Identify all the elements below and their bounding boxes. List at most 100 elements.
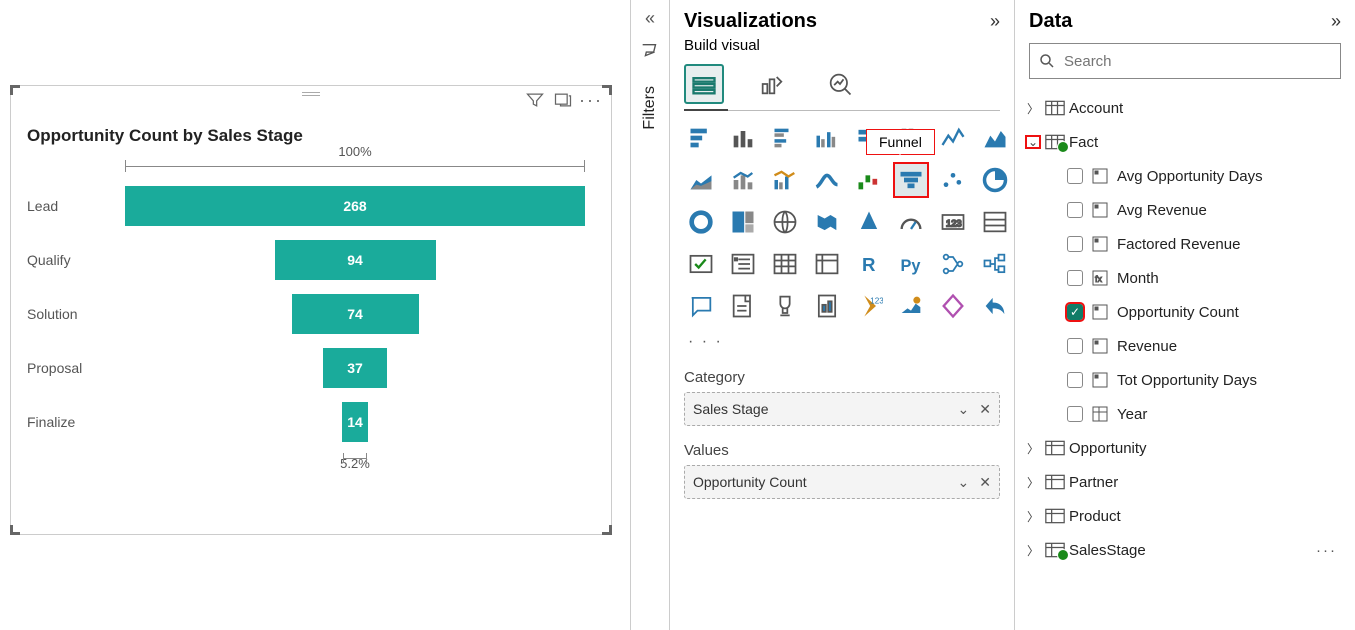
matrix-icon[interactable]: [810, 247, 844, 281]
line-clustered-column-icon[interactable]: [768, 163, 802, 197]
arcgis-icon[interactable]: [894, 289, 928, 323]
build-visual-tab[interactable]: [684, 64, 724, 104]
values-remove-icon[interactable]: ✕: [979, 474, 991, 491]
azure-map-icon[interactable]: [852, 205, 886, 239]
svg-text:123: 123: [870, 297, 883, 306]
viz-subtitle: Build visual: [670, 35, 1014, 60]
bar-label-0: Lead: [27, 198, 125, 214]
stacked-bar-icon[interactable]: [684, 121, 718, 155]
resize-handle-br[interactable]: [600, 523, 612, 535]
kpi-icon[interactable]: [684, 247, 718, 281]
values-well[interactable]: Opportunity Count ⌄✕: [684, 465, 1000, 499]
checkbox[interactable]: [1067, 270, 1083, 286]
field-year[interactable]: Year: [1025, 397, 1345, 431]
goals-icon[interactable]: [768, 289, 802, 323]
category-well[interactable]: Sales Stage ⌄ ✕: [684, 392, 1000, 426]
smart-narrative-icon[interactable]: [726, 289, 760, 323]
slicer-icon[interactable]: [726, 247, 760, 281]
area-chart-icon[interactable]: [978, 121, 1012, 155]
funnel-visual-frame[interactable]: ··· Opportunity Count by Sales Stage 100…: [10, 85, 612, 535]
viz-more-icon[interactable]: · · ·: [670, 331, 1014, 361]
bar-3[interactable]: 37: [323, 348, 387, 388]
table-partner[interactable]: 〉Partner: [1025, 465, 1345, 499]
line-stacked-column-icon[interactable]: [726, 163, 760, 197]
stacked-column-icon[interactable]: [726, 121, 760, 155]
values-label: Values: [684, 442, 1000, 459]
ribbon-chart-icon[interactable]: [810, 163, 844, 197]
expand-filters-icon[interactable]: «: [645, 8, 655, 29]
field-avg-revenue[interactable]: Avg Revenue: [1025, 193, 1345, 227]
collapse-viz-icon[interactable]: »: [990, 11, 1000, 32]
checkbox[interactable]: [1067, 236, 1083, 252]
report-canvas[interactable]: ··· Opportunity Count by Sales Stage 100…: [0, 0, 630, 630]
field-factored-revenue[interactable]: Factored Revenue: [1025, 227, 1345, 261]
focus-mode-icon[interactable]: [553, 90, 573, 110]
bar-0[interactable]: 268: [125, 186, 585, 226]
checkbox[interactable]: [1067, 202, 1083, 218]
paginated-report-icon[interactable]: [810, 289, 844, 323]
filter-icon[interactable]: [525, 90, 545, 110]
funnel-chart-icon[interactable]: Funnel: [894, 163, 928, 197]
salesstage-more-icon[interactable]: ···: [1316, 542, 1345, 559]
clustered-column-icon[interactable]: [810, 121, 844, 155]
values-chevron-icon[interactable]: ⌄: [958, 474, 970, 491]
table-product[interactable]: 〉Product: [1025, 499, 1345, 533]
qna-icon[interactable]: [684, 289, 718, 323]
table-fact[interactable]: ⌄Fact: [1025, 125, 1345, 159]
category-chevron-icon[interactable]: ⌄: [958, 401, 970, 418]
treemap-icon[interactable]: [726, 205, 760, 239]
search-input[interactable]: [1062, 52, 1332, 71]
stacked-area-icon[interactable]: [684, 163, 718, 197]
field-tot-opp-days[interactable]: Tot Opportunity Days: [1025, 363, 1345, 397]
bar-label-3: Proposal: [27, 360, 125, 376]
donut-icon[interactable]: [684, 205, 718, 239]
checkbox[interactable]: [1067, 406, 1083, 422]
drag-handle[interactable]: [302, 91, 320, 97]
format-visual-tab[interactable]: [752, 64, 792, 104]
gauge-icon[interactable]: [894, 205, 928, 239]
line-chart-icon[interactable]: [936, 121, 970, 155]
map-icon[interactable]: [768, 205, 802, 239]
visualization-gallery: Funnel 123 R Py 123: [670, 121, 1014, 331]
power-apps-icon[interactable]: [936, 289, 970, 323]
more-options-icon[interactable]: ···: [581, 90, 601, 110]
field-avg-opp-days[interactable]: Avg Opportunity Days: [1025, 159, 1345, 193]
scatter-icon[interactable]: [936, 163, 970, 197]
bar-1[interactable]: 94: [275, 240, 436, 280]
filled-map-icon[interactable]: [810, 205, 844, 239]
field-opportunity-count[interactable]: ✓Opportunity Count: [1025, 295, 1345, 329]
collapse-data-icon[interactable]: »: [1331, 11, 1341, 32]
checkbox[interactable]: [1067, 372, 1083, 388]
bar-2[interactable]: 74: [292, 294, 419, 334]
checkbox-checked[interactable]: ✓: [1067, 304, 1083, 320]
checkbox[interactable]: [1067, 168, 1083, 184]
filters-label[interactable]: Filters: [641, 86, 659, 130]
table-account[interactable]: 〉Account: [1025, 91, 1345, 125]
search-box[interactable]: [1029, 43, 1341, 79]
category-value: Sales Stage: [693, 401, 769, 417]
clustered-bar-icon[interactable]: [768, 121, 802, 155]
key-influencers-icon[interactable]: [936, 247, 970, 281]
table-icon[interactable]: [768, 247, 802, 281]
bar-4[interactable]: 14: [342, 402, 368, 442]
pie-icon[interactable]: [978, 163, 1012, 197]
field-revenue[interactable]: Revenue: [1025, 329, 1345, 363]
table-opportunity[interactable]: 〉Opportunity: [1025, 431, 1345, 465]
card-icon[interactable]: 123: [936, 205, 970, 239]
decomposition-tree-icon[interactable]: [978, 247, 1012, 281]
resize-handle-bl[interactable]: [10, 523, 22, 535]
power-automate-icon[interactable]: 123: [852, 289, 886, 323]
category-remove-icon[interactable]: ✕: [979, 401, 991, 418]
resize-handle-tl[interactable]: [10, 85, 22, 97]
python-visual-icon[interactable]: Py: [894, 247, 928, 281]
checkbox[interactable]: [1067, 338, 1083, 354]
table-salesstage[interactable]: 〉SalesStage···: [1025, 533, 1345, 567]
analytics-tab[interactable]: [820, 64, 860, 104]
waterfall-icon[interactable]: [852, 163, 886, 197]
viz-panel-title: Visualizations: [684, 10, 817, 33]
field-month[interactable]: fxMonth: [1025, 261, 1345, 295]
bookmark-icon[interactable]: [639, 41, 661, 68]
get-more-visuals-icon[interactable]: [978, 289, 1012, 323]
r-visual-icon[interactable]: R: [852, 247, 886, 281]
multirow-card-icon[interactable]: [978, 205, 1012, 239]
